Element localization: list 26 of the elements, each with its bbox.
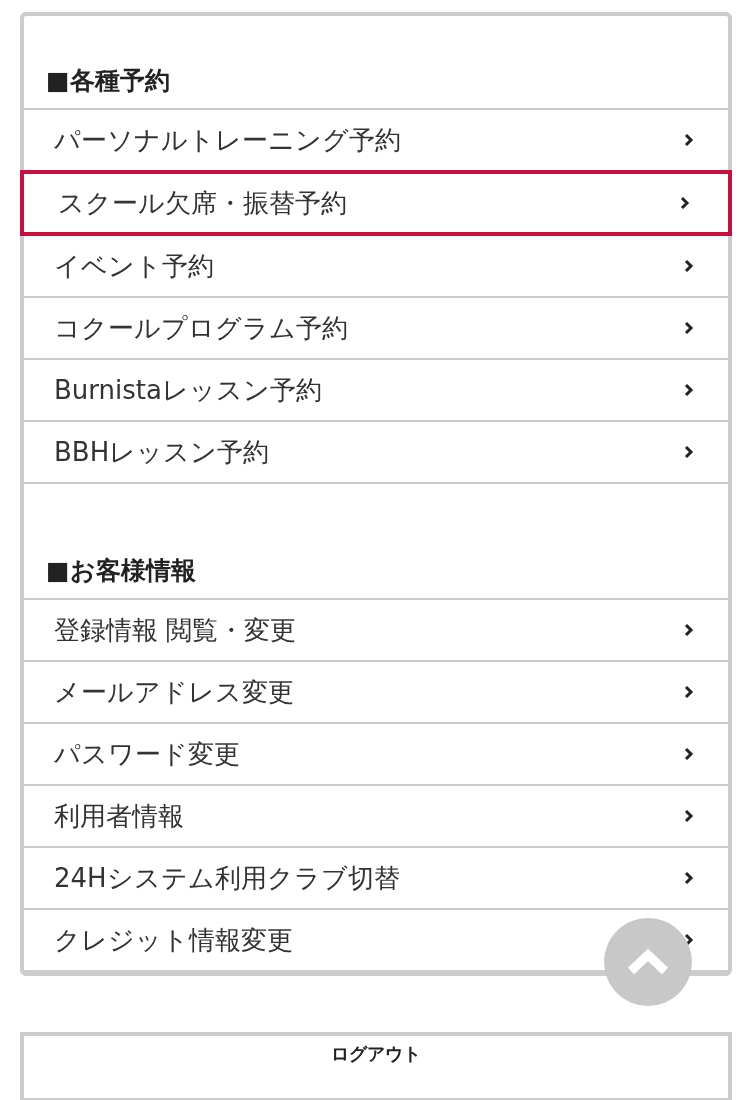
chevron-right-icon <box>684 133 694 147</box>
menu-item[interactable]: イベント予約 <box>24 236 728 298</box>
menu-item[interactable]: BBHレッスン予約 <box>24 422 728 484</box>
menu-item[interactable]: Burnistaレッスン予約 <box>24 360 728 422</box>
menu-item[interactable]: メールアドレス変更 <box>24 662 728 724</box>
chevron-right-icon <box>680 196 690 210</box>
chevron-right-icon <box>684 933 694 947</box>
menu-item[interactable]: 登録情報 閲覧・変更 <box>24 600 728 662</box>
menu-item[interactable]: 24Hシステム利用クラブ切替 <box>24 848 728 910</box>
menu-item[interactable]: 利用者情報 <box>24 786 728 848</box>
chevron-right-icon <box>684 685 694 699</box>
chevron-right-icon <box>684 871 694 885</box>
chevron-right-icon <box>684 445 694 459</box>
section-heading: ■お客様情報 <box>24 534 728 600</box>
section-heading: ■各種予約 <box>24 44 728 110</box>
menu-item[interactable]: コクールプログラム予約 <box>24 298 728 360</box>
logout-button[interactable]: ログアウト <box>20 1032 732 1100</box>
chevron-right-icon <box>684 623 694 637</box>
chevron-right-icon <box>684 259 694 273</box>
chevron-right-icon <box>684 809 694 823</box>
chevron-right-icon <box>684 747 694 761</box>
chevron-right-icon <box>684 321 694 335</box>
chevron-up-icon <box>626 948 670 976</box>
chevron-right-icon <box>684 383 694 397</box>
menu-item[interactable]: パスワード変更 <box>24 724 728 786</box>
menu-item[interactable]: スクール欠席・振替予約 <box>20 170 732 236</box>
